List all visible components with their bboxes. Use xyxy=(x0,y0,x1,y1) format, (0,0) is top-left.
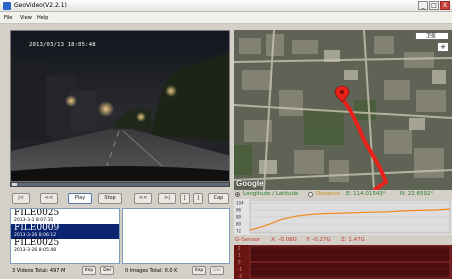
gsensor-tick-label: 1 xyxy=(238,253,241,258)
file-date: 2013-3-26 8:05:48 xyxy=(14,248,57,253)
video-seekbar[interactable] xyxy=(10,182,230,187)
maximize-button[interactable]: □ xyxy=(429,1,439,10)
first-button[interactable]: |< xyxy=(12,193,30,204)
stop-button[interactable]: Stop xyxy=(98,193,122,204)
distance-radio[interactable] xyxy=(308,192,313,197)
file-name: FILE0025 xyxy=(14,238,60,248)
list-item[interactable]: FILE0025 2013-3-26 8:05:48 xyxy=(11,239,119,254)
gsensor-z-value: Z: 1.47G xyxy=(341,237,365,243)
video-timestamp: 2013/03/13 18:05:48 xyxy=(29,42,96,48)
altitude-plot: 104 96 88 80 72 xyxy=(234,199,452,235)
gsensor-label: G-Sensor xyxy=(235,237,261,243)
image-file-list[interactable] xyxy=(122,208,230,264)
close-button[interactable]: X xyxy=(440,1,450,10)
status-bar: 3 Videos Total: 497 M Imp Del 0 Images T… xyxy=(10,266,232,276)
gsensor-chart: 2 1 0 -1 -2 xyxy=(238,246,451,279)
longitude-latitude-radio[interactable] xyxy=(235,192,240,197)
gsensor-y-value: Y: -0.27G xyxy=(306,237,331,243)
gsensor-tick-label: 0 xyxy=(238,260,241,265)
altitude-tick-label: 104 xyxy=(236,201,244,206)
map-imagery xyxy=(234,30,452,190)
file-name: FILE0009 xyxy=(14,223,60,233)
longitude-latitude-label: Longitude / Latitude xyxy=(243,191,299,197)
video-player[interactable]: 2013/03/13 18:05:48 xyxy=(10,30,230,182)
image-count-label: 0 Images Total: 0.0 K xyxy=(125,268,178,274)
satellite-map[interactable]: 卫星 + Google xyxy=(234,30,452,190)
gsensor-x-value: X: -0.08G xyxy=(271,237,297,243)
coordinate-bar: Longitude / Latitude Distance E: 114.015… xyxy=(234,190,452,199)
rewind-button[interactable]: << xyxy=(40,193,58,204)
list-item[interactable]: FILE0025 2013-3-1 8:07:35 xyxy=(11,209,119,224)
altitude-tick-label: 72 xyxy=(236,229,242,234)
play-button[interactable]: Play xyxy=(68,193,92,204)
mark-in-button[interactable]: [ xyxy=(180,193,190,204)
zoom-in-button[interactable]: + xyxy=(437,42,449,52)
app-icon xyxy=(3,2,11,10)
import-image-button[interactable]: Imp xyxy=(192,266,206,275)
minimize-button[interactable]: _ xyxy=(418,1,428,10)
gsensor-bar: G-Sensor X: -0.08G Y: -0.27G Z: 1.47G xyxy=(234,236,452,245)
google-logo: Google xyxy=(236,179,264,188)
title-bar: GeoVideo(V2.2.1) _ □ X xyxy=(0,0,452,12)
delete-image-button[interactable]: Del xyxy=(210,266,224,275)
longitude-value: E: 114.01543° xyxy=(346,191,386,197)
altitude-tick-label: 80 xyxy=(236,222,242,227)
window-title: GeoVideo(V2.2.1) xyxy=(14,2,67,9)
mark-out-button[interactable]: ] xyxy=(193,193,203,204)
altitude-tick-label: 88 xyxy=(236,215,242,220)
last-button[interactable]: >| xyxy=(158,193,176,204)
slow-button[interactable]: << xyxy=(134,193,152,204)
map-type-select[interactable]: 卫星 xyxy=(415,32,449,40)
seek-handle[interactable] xyxy=(12,183,17,186)
file-name: FILE0025 xyxy=(14,208,60,218)
menu-file[interactable]: File xyxy=(4,15,12,21)
video-count-label: 3 Videos Total: 497 M xyxy=(12,268,66,274)
gsensor-tick-label: -2 xyxy=(238,274,242,279)
menu-help[interactable]: Help xyxy=(37,15,48,21)
playback-controls: |< << Play Stop << >| [ ] Cap xyxy=(10,193,230,205)
gsensor-tick-label: 2 xyxy=(238,246,241,251)
altitude-chart: 104 96 88 80 72 xyxy=(236,199,451,234)
delete-video-button[interactable]: Del xyxy=(100,266,114,275)
menu-view[interactable]: View xyxy=(20,15,32,21)
distance-label: Distance xyxy=(316,191,341,197)
altitude-tick-label: 96 xyxy=(236,208,242,213)
capture-button[interactable]: Cap xyxy=(208,193,229,204)
gsensor-tick-label: -1 xyxy=(238,267,242,272)
video-frame-image xyxy=(11,31,229,181)
gsensor-plot: 2 1 0 -1 -2 xyxy=(234,245,452,279)
import-video-button[interactable]: Imp xyxy=(82,266,96,275)
menu-bar: File View Help xyxy=(0,12,452,24)
latitude-value: N: 22.6592° xyxy=(400,191,434,197)
list-item[interactable]: FILE0009 2013-3-26 8:06:12 xyxy=(11,224,119,239)
video-file-list[interactable]: FILE0025 2013-3-1 8:07:35 FILE0009 2013-… xyxy=(10,208,120,264)
